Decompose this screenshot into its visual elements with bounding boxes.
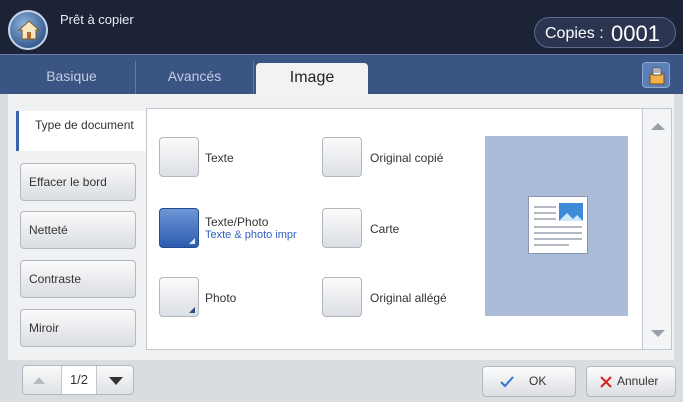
option-photo-label: Photo bbox=[205, 291, 237, 305]
job-status-icon bbox=[649, 67, 665, 85]
next-page-icon[interactable] bbox=[109, 377, 123, 385]
option-texte-photo-sublabel: Texte & photo impr bbox=[205, 229, 297, 241]
ok-button[interactable]: OK bbox=[482, 366, 576, 397]
option-original-allege-button[interactable] bbox=[322, 277, 362, 317]
option-texte-button[interactable] bbox=[159, 137, 199, 177]
tab-image[interactable]: Image bbox=[256, 63, 368, 95]
scrollbar[interactable] bbox=[642, 108, 672, 350]
option-carte-button[interactable] bbox=[322, 208, 362, 248]
page-number: 1/2 bbox=[61, 366, 97, 394]
option-texte-label: Texte bbox=[205, 151, 234, 165]
document-preview-icon bbox=[528, 196, 588, 254]
option-texte-photo-button[interactable] bbox=[159, 208, 199, 248]
prev-page-icon[interactable] bbox=[33, 377, 45, 384]
home-icon bbox=[17, 20, 41, 40]
option-photo-button[interactable] bbox=[159, 277, 199, 317]
sidebar-item-effacer-le-bord[interactable]: Effacer le bord bbox=[20, 163, 136, 201]
copies-label: Copies : bbox=[545, 25, 604, 42]
close-icon bbox=[600, 376, 612, 388]
copies-value: 0001 bbox=[611, 21, 660, 46]
corner-marker-icon bbox=[189, 238, 195, 244]
ok-label: OK bbox=[529, 374, 547, 388]
top-bar: Prêt à copier Copies : 0001 bbox=[0, 0, 683, 54]
page-navigator: 1/2 bbox=[22, 365, 134, 395]
job-status-button[interactable] bbox=[642, 62, 670, 88]
option-texte-photo-label: Texte/Photo bbox=[205, 215, 269, 229]
tab-avances[interactable]: Avancés bbox=[136, 61, 254, 95]
cancel-button[interactable]: Annuler bbox=[586, 366, 676, 397]
scroll-up-icon[interactable] bbox=[651, 123, 665, 130]
option-original-allege-label: Original allégé bbox=[370, 291, 447, 305]
scroll-down-icon[interactable] bbox=[651, 330, 665, 337]
check-icon bbox=[500, 376, 514, 388]
option-original-copie-button[interactable] bbox=[322, 137, 362, 177]
page-title: Prêt à copier bbox=[60, 12, 134, 27]
sidebar-item-contraste[interactable]: Contraste bbox=[20, 260, 136, 298]
tab-bar: Basique Avancés Image bbox=[0, 54, 683, 95]
cancel-label: Annuler bbox=[617, 374, 659, 388]
home-button[interactable] bbox=[8, 10, 48, 50]
tab-basique[interactable]: Basique bbox=[8, 61, 136, 95]
sidebar-item-type-de-document[interactable]: Type de document bbox=[16, 111, 156, 151]
option-original-copie-label: Original copié bbox=[370, 151, 444, 165]
copies-counter[interactable]: Copies : 0001 bbox=[534, 17, 676, 48]
sidebar-item-miroir[interactable]: Miroir bbox=[20, 309, 136, 347]
option-carte-label: Carte bbox=[370, 222, 400, 236]
sidebar-item-nettete[interactable]: Netteté bbox=[20, 211, 136, 249]
corner-marker-icon bbox=[189, 307, 195, 313]
